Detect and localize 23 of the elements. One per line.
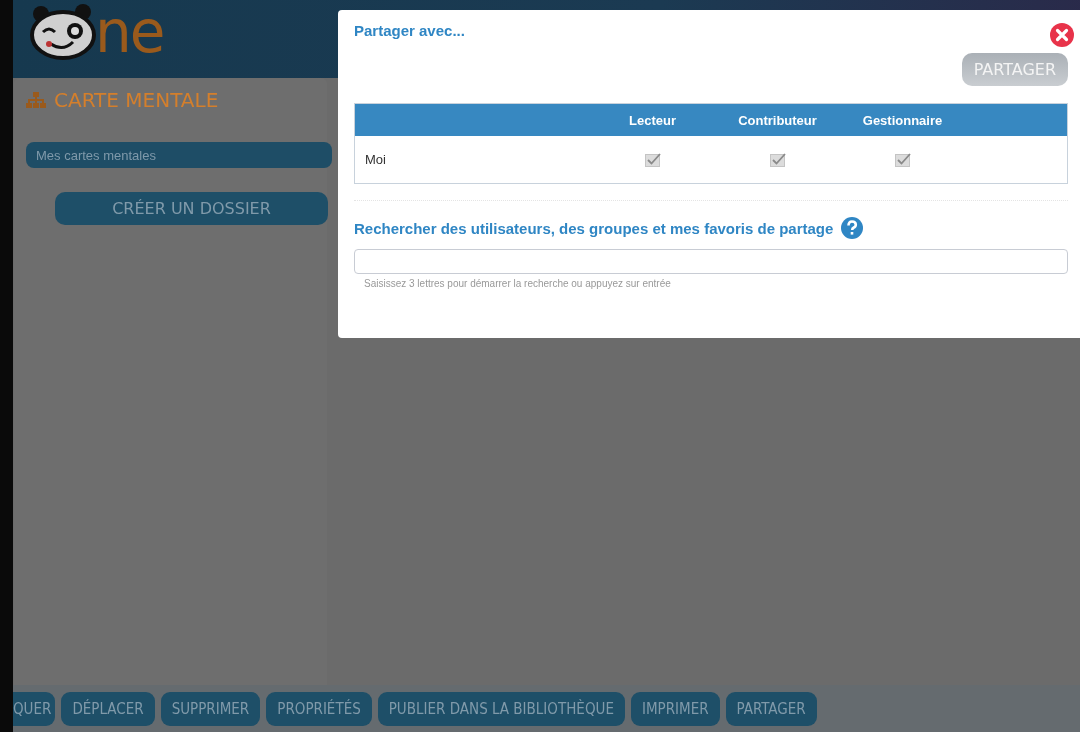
toolbar-button[interactable]: PARTAGER bbox=[725, 691, 817, 726]
folder-item[interactable]: Mes cartes mentales bbox=[26, 142, 332, 168]
section-title: CARTE MENTALE bbox=[54, 88, 219, 112]
toolbar-button[interactable]: SUPPRIMER bbox=[160, 691, 261, 726]
toolbar-button[interactable]: QUER bbox=[13, 691, 56, 726]
logo-text: ne bbox=[95, 4, 164, 60]
toolbar-button[interactable]: IMPRIMER bbox=[630, 691, 720, 726]
column-header: Contributeur bbox=[737, 112, 818, 128]
toolbar-button[interactable]: PUBLIER DANS LA BIBLIOTHÈQUE bbox=[377, 691, 625, 726]
search-hint: Saisissez 3 lettres pour démarrer la recherche ou appuyez sur entrée bbox=[364, 278, 672, 289]
dialog-title: Partager avec... bbox=[354, 22, 465, 39]
user-name: Moi bbox=[364, 152, 387, 167]
toolbar-button[interactable]: DÉPLACER bbox=[61, 691, 155, 726]
toolbar-button[interactable]: PROPRIÉTÉS bbox=[266, 691, 372, 726]
sitemap-icon bbox=[26, 92, 46, 108]
help-icon[interactable] bbox=[841, 217, 864, 239]
search-heading: Rechercher des utilisateurs, des groupes et mes favoris de partage bbox=[354, 219, 834, 237]
close-icon[interactable] bbox=[1050, 23, 1074, 47]
search-field[interactable] bbox=[354, 249, 1068, 274]
create-folder-button[interactable]: CRÉER UN DOSSIER bbox=[55, 192, 328, 225]
column-header: Gestionnaire bbox=[861, 112, 944, 128]
column-header: Lecteur bbox=[628, 112, 677, 128]
panda-logo-icon bbox=[29, 4, 99, 60]
